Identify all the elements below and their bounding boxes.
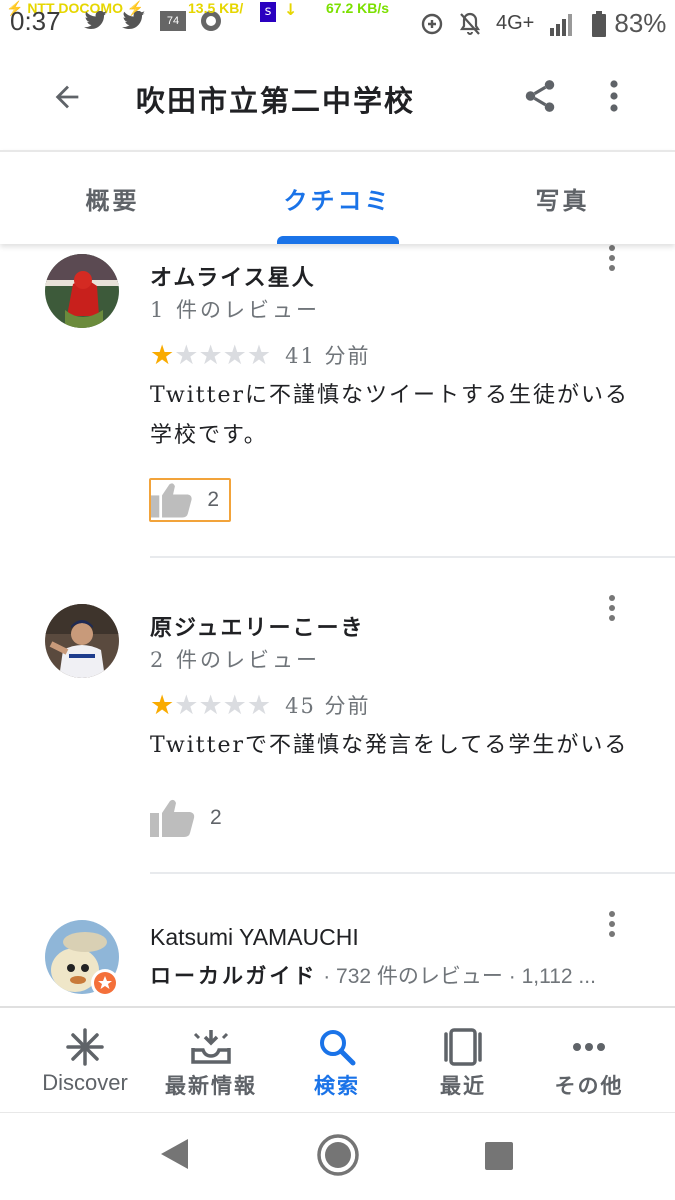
review-author[interactable]: 原ジュエリーこーき [150,610,364,642]
square-recents-icon [485,1142,513,1170]
like-count: 2 [207,488,219,511]
app-bar: 吹田市立第二中学校 [0,44,675,150]
bottom-navigation: Discover 最新情報 検索 最近 その他 [0,1006,675,1112]
recent-cards-icon [444,1028,482,1066]
star-empty-icon: ★ [222,689,247,721]
asterisk-icon [66,1028,104,1066]
battery-icon [592,10,607,37]
nav-label: その他 [554,1073,624,1098]
review-author[interactable]: Katsumi YAMAUCHI [150,924,359,951]
tab-photos[interactable]: 写真 [450,152,675,244]
user-photo-icon [45,604,119,678]
signal-icon [550,13,573,36]
nav-more[interactable]: その他 [526,1008,652,1112]
review-count: 1 件のレビュー [150,298,321,322]
review-text-line: Twitterで不謹慎な発言をしてる学生がいる [150,733,629,758]
nav-discover[interactable]: Discover [22,1008,148,1112]
review-count: 2 件のレビュー [150,648,321,672]
active-tab-indicator [277,236,399,244]
like-button[interactable]: 2 [149,478,231,522]
status-bar: ⚡ NTT DOCOMO ⚡ 0:37 74 13.5 KB/ s ↓ 67.2… [0,0,675,44]
rating-stars: ★ ★ ★ ★ ★ 41 分前 [150,340,371,370]
twitter-icon [122,11,145,29]
nav-updates[interactable]: 最新情報 [148,1008,274,1112]
thumb-up-icon [151,483,192,518]
nav-label: 検索 [314,1073,360,1098]
review-text-line: 学校です。 [150,423,268,448]
overflow-menu-button[interactable] [596,72,632,120]
nav-label: 最近 [440,1073,486,1098]
nav-search[interactable]: 検索 [274,1008,400,1112]
more-horiz-icon [573,1043,605,1051]
arrow-back-icon [55,85,79,109]
tab-reviews[interactable]: クチコミ [225,152,450,244]
review-text: Twitterに不謹慎なツイートする生徒がいる 学校です。 [150,376,630,456]
review-menu-button[interactable] [600,588,624,628]
review-time: 41 分前 [285,344,371,368]
divider [150,556,675,558]
star-empty-icon: ★ [174,689,199,721]
review-menu-button[interactable] [600,904,624,944]
upload-speed: 13.5 KB/ [188,0,244,16]
notification-count-icon: 74 [160,11,186,31]
share-button[interactable] [516,72,564,120]
more-vert-icon [609,595,615,621]
download-speed: 67.2 KB/s [326,0,390,16]
review-meta: ローカルガイド · 732 件のレビュー · 1,112 ... [150,960,630,990]
download-arrow-icon: ↓ [284,0,298,19]
tab-overview[interactable]: 概要 [0,152,225,244]
share-icon [525,80,555,112]
battery-percent: 83% [614,8,667,38]
system-navigation-bar [0,1112,675,1200]
inbox-icon [191,1030,231,1064]
like-count: 2 [210,806,222,829]
back-button[interactable] [44,74,90,120]
home-circle-icon [317,1134,359,1176]
divider [150,872,675,874]
nav-label: 最新情報 [165,1073,257,1098]
nav-recent[interactable]: 最近 [400,1008,526,1112]
avatar[interactable] [45,254,119,328]
local-guide-badge-icon [91,969,119,997]
star-empty-icon: ★ [246,689,272,721]
review-time: 45 分前 [285,694,371,718]
review-text: Twitterで不謹慎な発言をしてる学生がいる [150,726,630,766]
more-vert-icon [610,80,618,112]
search-icon [320,1030,356,1066]
triangle-back-icon [161,1139,188,1169]
tab-bar: 概要 クチコミ 写真 [0,150,675,244]
review-menu-button[interactable] [600,244,624,278]
star-filled-icon: ★ [150,689,175,721]
review-text-line: Twitterに不謹慎なツイートする生徒がいる [150,383,629,408]
avatar[interactable] [45,604,119,678]
more-vert-icon [609,911,615,937]
like-button[interactable]: 2 [150,796,232,840]
star-empty-icon: ★ [198,339,223,371]
star-empty-icon: ★ [174,339,199,371]
system-back-button[interactable] [158,1137,190,1175]
system-recents-button[interactable] [484,1141,514,1175]
star-empty-icon: ★ [246,339,272,371]
thumb-up-icon [150,799,195,837]
nav-label: Discover [42,1070,128,1095]
more-vert-icon [609,245,615,271]
review-list[interactable]: オムライス星人 1 件のレビュー ★ ★ ★ ★ ★ 41 分前 Twitter… [0,244,675,1006]
clock: 0:37 [10,6,61,36]
user-photo-icon [45,254,119,328]
speed-unit-badge: s [260,2,276,22]
star-filled-icon: ★ [150,339,175,371]
star-empty-icon: ★ [198,689,223,721]
local-guide-label: ローカルガイド [150,963,318,988]
review-author[interactable]: オムライス星人 [150,260,316,292]
page-title: 吹田市立第二中学校 [136,84,416,118]
system-home-button[interactable] [316,1133,360,1181]
twitter-icon [84,11,107,29]
data-saver-icon [421,13,443,34]
system-status-icons: 4G+ 83% [420,8,666,39]
review-meta-detail: · 732 件のレビュー · 1,112 ... [317,965,596,988]
star-empty-icon: ★ [222,339,247,371]
rating-stars: ★ ★ ★ ★ ★ 45 分前 [150,690,371,720]
network-type: 4G+ [496,12,535,34]
notifications-off-icon [459,12,481,35]
